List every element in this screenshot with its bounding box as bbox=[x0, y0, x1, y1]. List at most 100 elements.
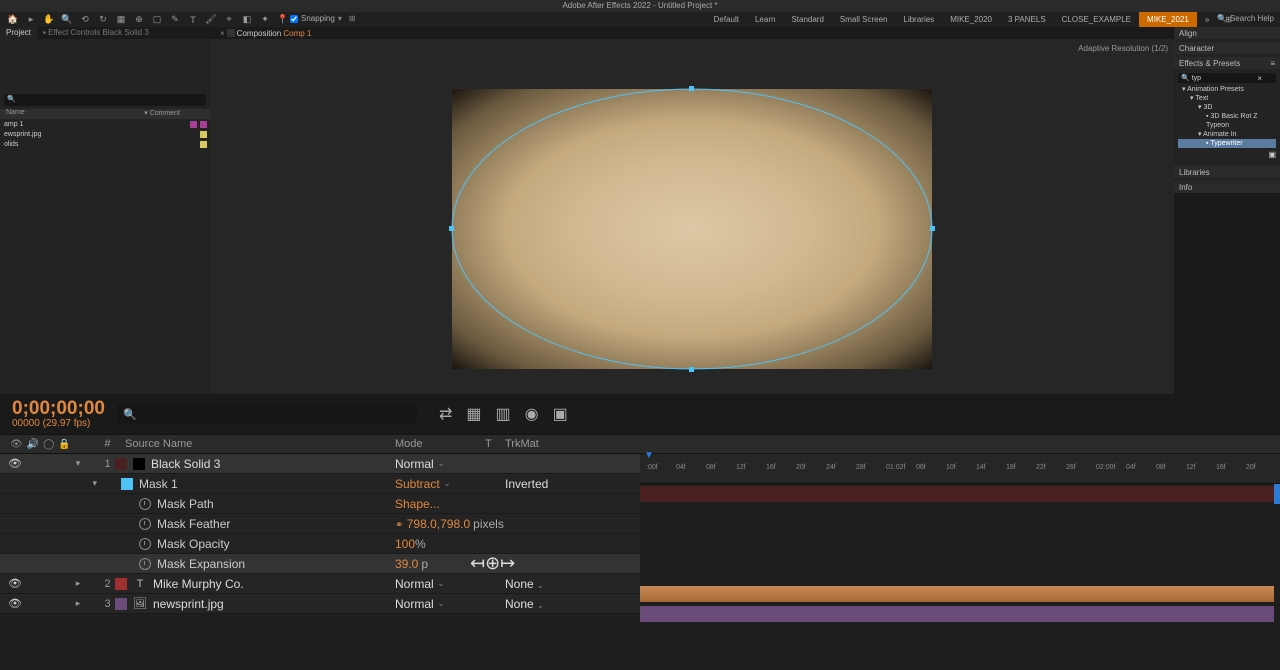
snapping-opt-icon[interactable]: ⊞ bbox=[349, 14, 356, 23]
tab-effect-controls[interactable]: ▪ Effect Controls Black Solid 3 bbox=[37, 27, 155, 39]
zoom-tool-icon[interactable]: 🔍 bbox=[61, 14, 73, 26]
project-item[interactable]: amp 1 bbox=[0, 119, 210, 129]
rotate-tool-icon[interactable]: ↻ bbox=[97, 14, 109, 26]
col-mode[interactable]: Mode bbox=[395, 438, 485, 450]
tree-typewriter[interactable]: ▪ Typewriter bbox=[1178, 139, 1276, 148]
clone-tool-icon[interactable]: ⌖ bbox=[223, 14, 235, 26]
visibility-toggle[interactable]: 👁 bbox=[8, 457, 20, 470]
effects-panel-header[interactable]: Effects & Presets≡ bbox=[1174, 57, 1280, 69]
timecode-display[interactable]: 0;00;00;00 00000 (29.97 fps) bbox=[12, 399, 105, 429]
stopwatch-icon[interactable] bbox=[139, 558, 151, 570]
opacity-value[interactable]: 100 bbox=[395, 537, 415, 551]
expansion-value[interactable]: 39.0 bbox=[395, 557, 418, 571]
shy-layers-icon[interactable]: ▥ bbox=[495, 404, 510, 424]
comp-tab-label[interactable]: Composition Comp 1 bbox=[237, 29, 312, 38]
feather-value[interactable]: 798.0,798.0 bbox=[407, 517, 470, 531]
ws-default[interactable]: Default bbox=[706, 12, 747, 27]
mask-path-value[interactable]: Shape... bbox=[395, 497, 440, 511]
info-panel-header[interactable]: Info bbox=[1174, 181, 1280, 193]
tree-animate-in[interactable]: ▾ Animate In bbox=[1178, 130, 1276, 139]
timeline-tracks[interactable]: ▼ :00f 04f 08f 12f 16f 20f 24f 28f 01:02… bbox=[640, 454, 1280, 670]
cti-indicator-icon[interactable]: ▼ bbox=[644, 450, 654, 461]
layer-name[interactable]: newsprint.jpg bbox=[153, 597, 224, 611]
time-ruler[interactable]: ▼ :00f 04f 08f 12f 16f 20f 24f 28f 01:02… bbox=[640, 454, 1280, 484]
type-tool-icon[interactable]: T bbox=[187, 14, 199, 26]
comp-tab-close-icon[interactable]: × bbox=[220, 29, 225, 38]
libraries-panel-header[interactable]: Libraries bbox=[1174, 166, 1280, 178]
col-number[interactable]: # bbox=[100, 438, 115, 450]
col-t[interactable]: T bbox=[485, 438, 505, 450]
ws-small[interactable]: Small Screen bbox=[832, 12, 896, 27]
ws-standard[interactable]: Standard bbox=[783, 12, 831, 27]
track-lane-1[interactable] bbox=[640, 484, 1280, 504]
panel-menu-icon[interactable]: ≡ bbox=[1270, 59, 1275, 69]
layer-name[interactable]: Mike Murphy Co. bbox=[153, 577, 244, 591]
snapping-toggle[interactable]: Snapping ▾ ⊞ bbox=[290, 14, 356, 23]
inverted-label[interactable]: Inverted bbox=[505, 477, 548, 491]
trkmat-select[interactable]: None ⌄ bbox=[505, 577, 544, 591]
character-panel-header[interactable]: Character bbox=[1174, 42, 1280, 54]
trkmat-select[interactable]: None ⌄ bbox=[505, 597, 544, 611]
pan-behind-tool-icon[interactable]: ⊕ bbox=[133, 14, 145, 26]
audio-icon[interactable]: 🔊 bbox=[27, 439, 39, 450]
puppet-tool-icon[interactable]: 📍 bbox=[277, 14, 289, 26]
layer-name[interactable]: Black Solid 3 bbox=[151, 457, 220, 471]
eraser-tool-icon[interactable]: ◧ bbox=[241, 14, 253, 26]
effects-search[interactable]: 🔍 × bbox=[1178, 73, 1276, 83]
tree-text[interactable]: ▾ Text bbox=[1178, 94, 1276, 103]
tree-3d-item[interactable]: ▪ 3D Basic Rot Z Typeon bbox=[1178, 112, 1276, 130]
ws-3panels[interactable]: 3 PANELS bbox=[1000, 12, 1054, 27]
mask-mode-select[interactable]: Subtract⌄ bbox=[395, 477, 485, 491]
frame-blend-icon[interactable]: ◉ bbox=[525, 404, 539, 424]
stopwatch-icon[interactable] bbox=[139, 518, 151, 530]
ws-learn[interactable]: Learn bbox=[747, 12, 783, 27]
roto-tool-icon[interactable]: ✦ bbox=[259, 14, 271, 26]
composition-viewer[interactable]: Adaptive Resolution (1/2) bbox=[210, 39, 1174, 394]
twirl-icon[interactable]: ▸ bbox=[72, 578, 84, 589]
track-lane-3[interactable] bbox=[640, 604, 1280, 624]
blend-mode-select[interactable]: Normal⌄ bbox=[395, 577, 485, 591]
col-source-name[interactable]: Source Name bbox=[115, 438, 395, 450]
solo-icon[interactable]: ◯ bbox=[43, 439, 54, 450]
blend-mode-select[interactable]: Normal⌄ bbox=[395, 597, 485, 611]
constrain-icon[interactable]: ⚭ bbox=[395, 520, 403, 531]
mask-color-swatch[interactable] bbox=[121, 478, 133, 490]
layer-color-swatch[interactable] bbox=[115, 598, 127, 610]
stopwatch-icon[interactable] bbox=[139, 538, 151, 550]
shape-tool-icon[interactable]: ▢ bbox=[151, 14, 163, 26]
ws-mike2020[interactable]: MIKE_2020 bbox=[942, 12, 1000, 27]
effects-apply-icon[interactable]: ▣ bbox=[1178, 148, 1276, 161]
mask-name[interactable]: Mask 1 bbox=[139, 477, 178, 491]
hand-tool-icon[interactable]: ✋ bbox=[43, 14, 55, 26]
orbit-tool-icon[interactable]: ⟲ bbox=[79, 14, 91, 26]
timecode-main[interactable]: 0;00;00;00 bbox=[12, 399, 105, 418]
clear-search-icon[interactable]: × bbox=[1257, 74, 1262, 83]
video-icon[interactable]: 👁 bbox=[10, 439, 23, 450]
home-icon[interactable]: 🏠 bbox=[7, 14, 19, 26]
ws-overflow-icon[interactable]: » bbox=[1197, 12, 1217, 27]
tree-3d[interactable]: ▾ 3D bbox=[1178, 103, 1276, 112]
ws-libraries[interactable]: Libraries bbox=[896, 12, 943, 27]
tree-anim-presets[interactable]: ▾ Animation Presets bbox=[1178, 85, 1276, 94]
composition-flowchart-icon[interactable]: ⇄ bbox=[439, 404, 452, 424]
project-search[interactable] bbox=[4, 94, 206, 106]
timeline-search[interactable]: 🔍 bbox=[117, 404, 417, 424]
motion-blur-icon[interactable]: ▣ bbox=[553, 404, 568, 424]
col-comment[interactable]: ▾ Comment bbox=[144, 109, 180, 119]
lock-icon[interactable]: 🔒 bbox=[58, 439, 70, 450]
twirl-icon[interactable]: ▾ bbox=[89, 478, 100, 489]
selection-tool-icon[interactable]: ▸ bbox=[25, 14, 37, 26]
track-lane-2[interactable] bbox=[640, 584, 1280, 604]
brush-tool-icon[interactable]: 🖌 bbox=[205, 14, 217, 26]
project-item[interactable]: olids bbox=[0, 139, 210, 149]
draft3d-icon[interactable]: ▦ bbox=[466, 404, 481, 424]
snapping-arrow-icon[interactable]: ▾ bbox=[338, 14, 342, 23]
camera-tool-icon[interactable]: ▦ bbox=[115, 14, 127, 26]
visibility-toggle[interactable]: 👁 bbox=[8, 597, 20, 610]
pen-tool-icon[interactable]: ✎ bbox=[169, 14, 181, 26]
col-name[interactable]: Name bbox=[0, 109, 100, 119]
ws-close[interactable]: CLOSE_EXAMPLE bbox=[1054, 12, 1139, 27]
layer-color-swatch[interactable] bbox=[115, 458, 127, 470]
layer-color-swatch[interactable] bbox=[115, 578, 127, 590]
stopwatch-icon[interactable] bbox=[139, 498, 151, 510]
